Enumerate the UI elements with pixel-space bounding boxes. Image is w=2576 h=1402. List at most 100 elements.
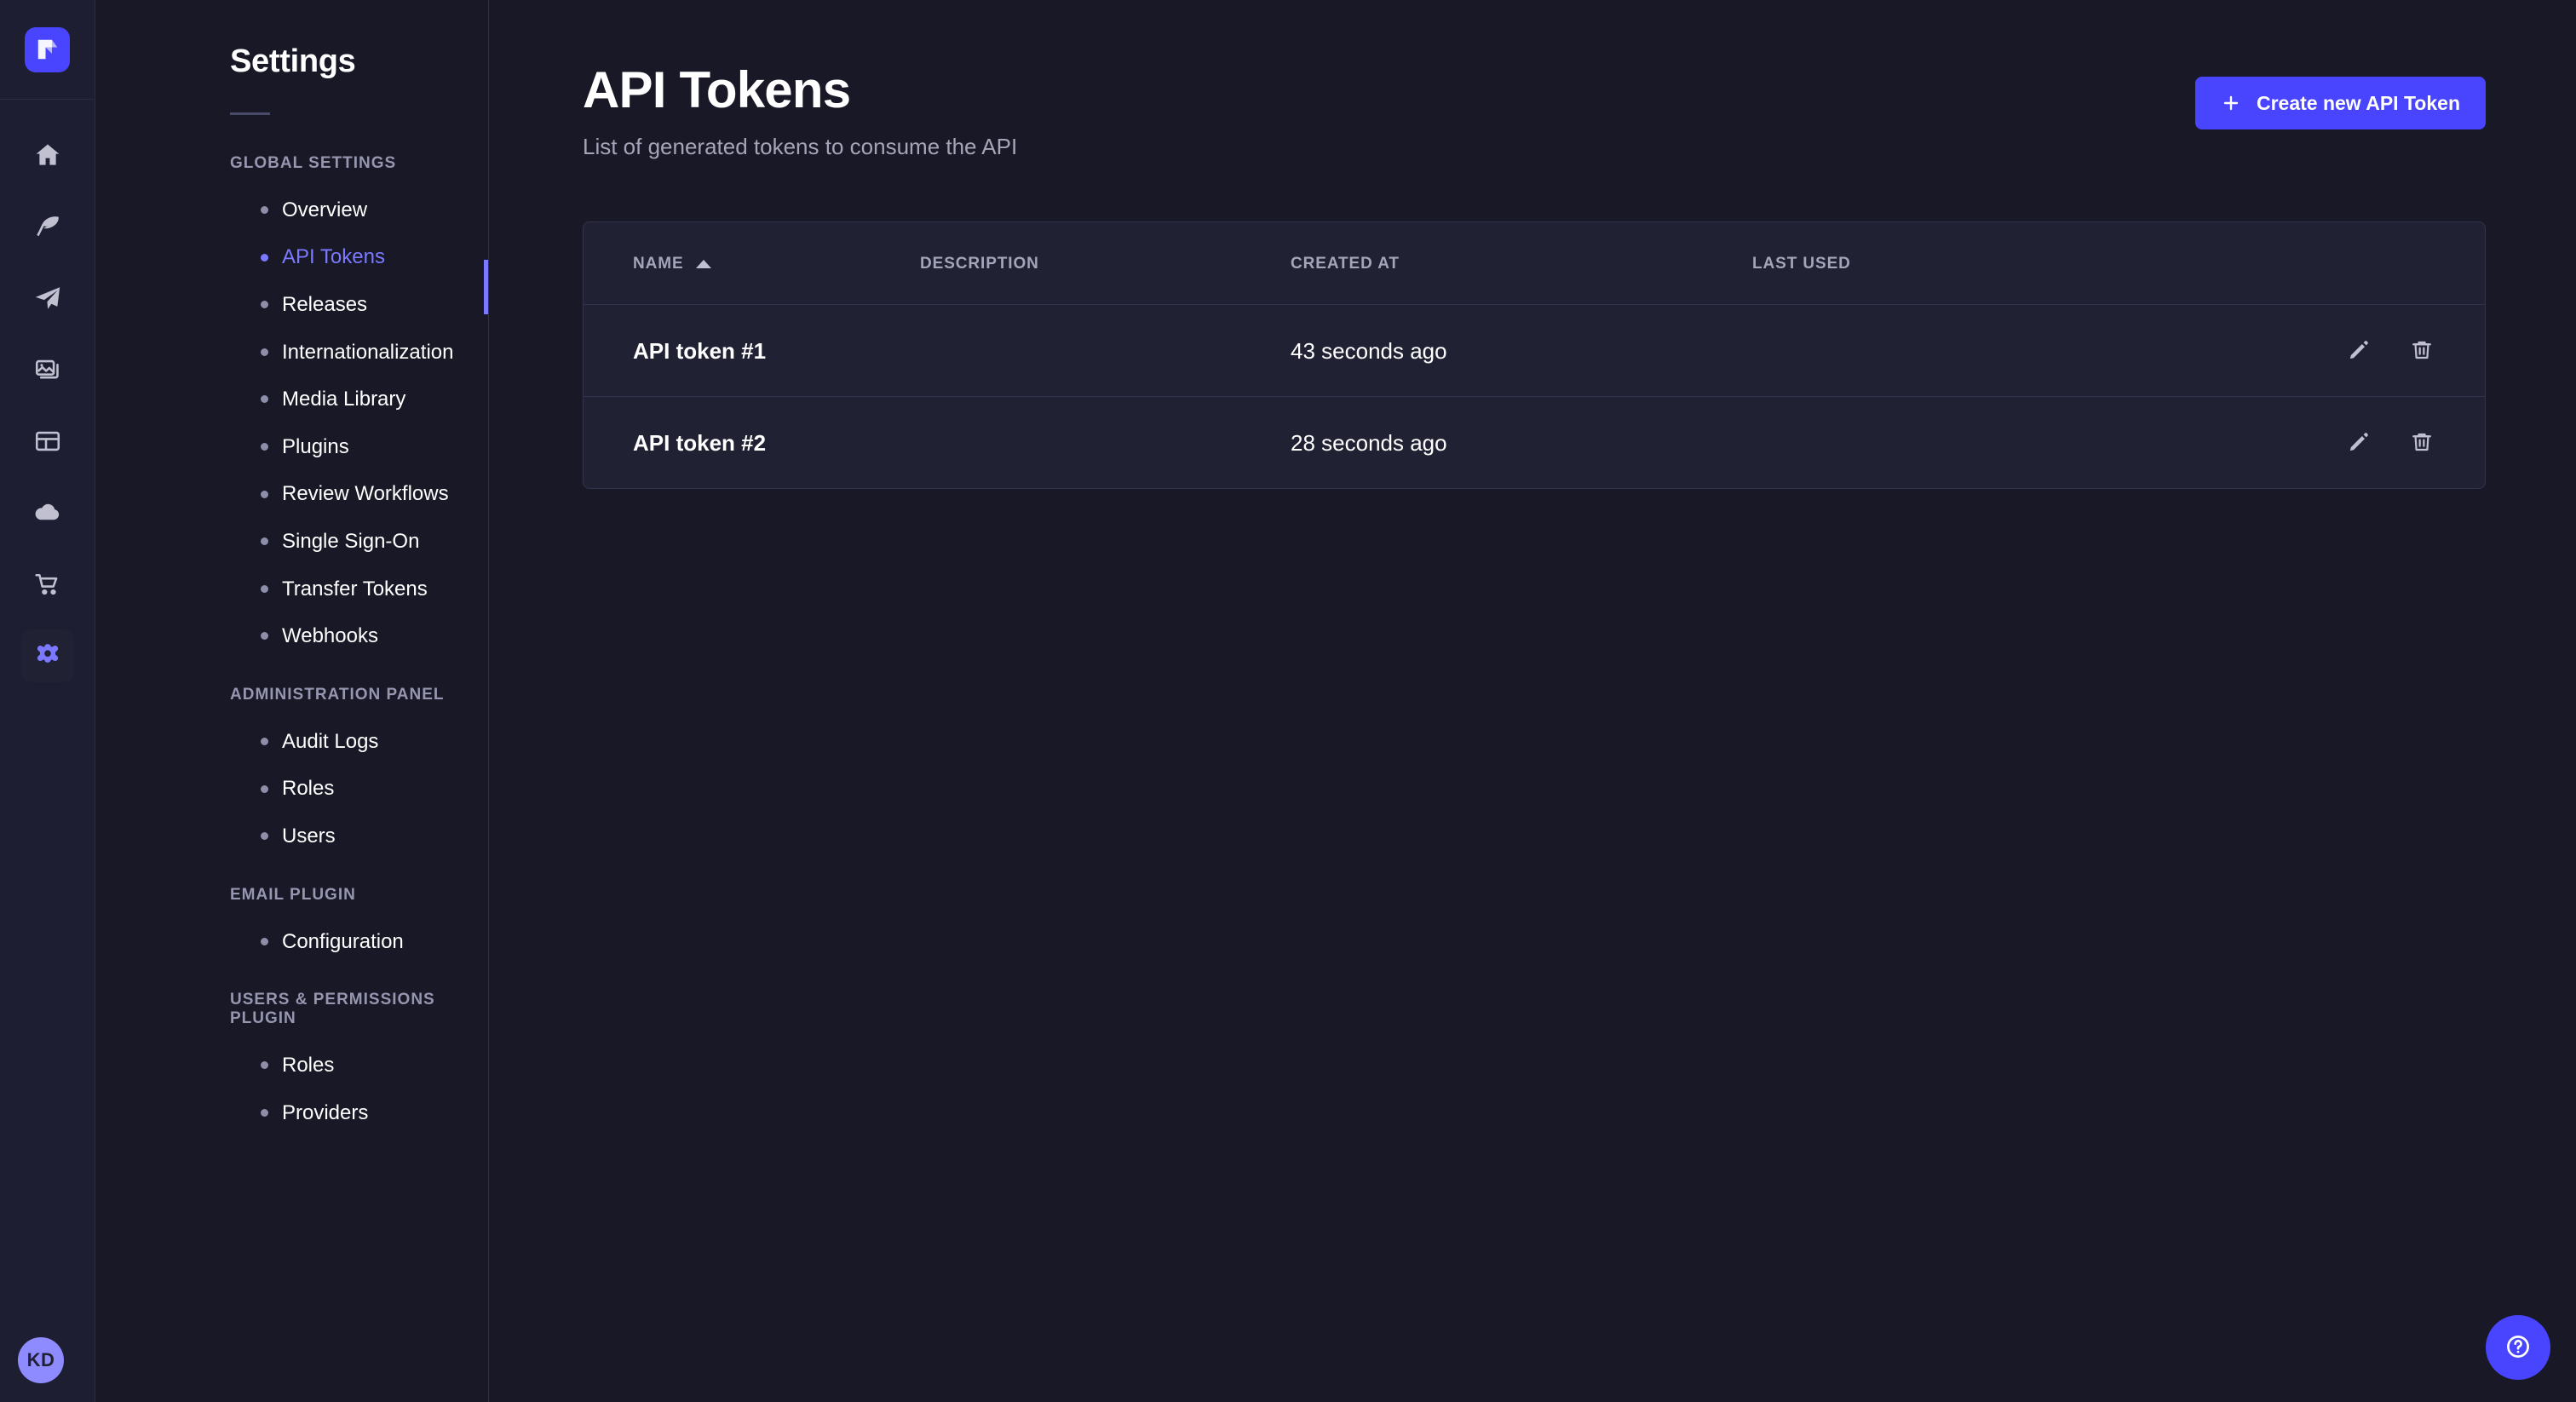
main-content: API Tokens List of generated tokens to c… (489, 0, 2576, 1402)
sidebar-item-label: Webhooks (282, 624, 378, 648)
edit-token-button[interactable] (2345, 429, 2372, 457)
app-logo-container (0, 0, 95, 100)
page-header: API Tokens List of generated tokens to c… (489, 0, 2576, 160)
sidebar-item-audit-logs[interactable]: Audit Logs (230, 718, 463, 766)
bullet-icon (261, 1109, 268, 1117)
sidebar-item-label: Releases (282, 293, 367, 317)
edit-token-button[interactable] (2345, 337, 2372, 365)
column-header-name[interactable]: NAME (584, 222, 920, 305)
cell-token-name: API token #1 (584, 305, 920, 397)
sidebar-item-label: Internationalization (282, 341, 453, 365)
page-header-text: API Tokens List of generated tokens to c… (583, 63, 1017, 160)
bullet-icon (261, 832, 268, 840)
settings-group-administration: ADMINISTRATION PANEL Audit Logs Roles Us… (230, 686, 463, 860)
table-header-row: NAME DESCRIPTION CREATED AT (584, 222, 2485, 305)
images-icon (33, 355, 62, 384)
avatar[interactable]: KD (18, 1337, 64, 1383)
table-head: NAME DESCRIPTION CREATED AT (584, 222, 2485, 305)
rail-item-content-manager[interactable] (21, 200, 74, 253)
sidebar-item-releases[interactable]: Releases (230, 281, 463, 329)
create-new-api-token-label: Create new API Token (2257, 92, 2460, 115)
sidebar-item-api-tokens[interactable]: API Tokens (230, 233, 463, 281)
sidebar-item-plugins[interactable]: Plugins (230, 423, 463, 471)
create-new-api-token-button[interactable]: Create new API Token (2195, 77, 2486, 129)
sidebar-item-label: Users (282, 825, 336, 848)
column-header-created-at[interactable]: CREATED AT (1291, 222, 1752, 305)
strapi-logo-icon[interactable] (25, 27, 70, 72)
rail-nav-list (21, 129, 74, 682)
delete-token-button[interactable] (2408, 429, 2435, 457)
delete-token-button[interactable] (2408, 337, 2435, 365)
cell-token-created-at: 43 seconds ago (1291, 305, 1752, 397)
sidebar-item-label: Review Workflows (282, 482, 449, 506)
sidebar-item-single-sign-on[interactable]: Single Sign-On (230, 518, 463, 566)
rail-item-content-type-builder[interactable] (21, 272, 74, 325)
table-row[interactable]: API token #2 28 seconds ago (584, 397, 2485, 489)
sidebar-item-label: Providers (282, 1101, 368, 1125)
sidebar-item-label: Roles (282, 1054, 334, 1077)
page-title: API Tokens (583, 63, 1017, 117)
sidebar-item-webhooks[interactable]: Webhooks (230, 612, 463, 660)
paper-plane-icon (33, 284, 62, 313)
rail-item-cloud[interactable] (21, 486, 74, 539)
sidebar-item-providers[interactable]: Providers (230, 1089, 463, 1137)
sidebar-item-review-workflows[interactable]: Review Workflows (230, 470, 463, 518)
rail-item-marketplace[interactable] (21, 558, 74, 611)
settings-group-email-plugin: EMAIL PLUGIN Configuration (230, 886, 463, 966)
sidebar-item-label: Single Sign-On (282, 530, 419, 554)
settings-sidebar-header: Settings (95, 0, 488, 115)
cell-token-description (920, 397, 1291, 489)
sidebar-active-indicator (484, 260, 488, 314)
sidebar-item-roles-users-permissions[interactable]: Roles (230, 1042, 463, 1089)
table-body: API token #1 43 seconds ago (584, 305, 2485, 489)
caret-up-icon (696, 260, 711, 268)
sidebar-item-label: Roles (282, 777, 334, 801)
column-header-last-used[interactable]: LAST USED (1752, 222, 2195, 305)
layout-icon (33, 427, 62, 456)
settings-group-label: USERS & PERMISSIONS PLUGIN (230, 991, 463, 1028)
sidebar-item-roles-admin[interactable]: Roles (230, 765, 463, 813)
settings-title: Settings (230, 44, 449, 80)
cloud-icon (33, 498, 62, 527)
question-circle-icon (2504, 1332, 2533, 1364)
sidebar-item-label: Plugins (282, 435, 349, 459)
sidebar-item-media-library[interactable]: Media Library (230, 376, 463, 423)
cell-token-last-used (1752, 397, 2195, 489)
rail-item-settings[interactable] (21, 629, 74, 682)
page-subtitle: List of generated tokens to consume the … (583, 134, 1017, 160)
help-button[interactable] (2486, 1315, 2550, 1380)
feather-icon (33, 212, 62, 241)
bullet-icon (261, 938, 268, 945)
settings-group-global: GLOBAL SETTINGS Overview API Tokens Rele… (230, 154, 463, 660)
table-row[interactable]: API token #1 43 seconds ago (584, 305, 2485, 397)
rail-item-single-types[interactable] (21, 415, 74, 468)
bullet-icon (261, 348, 268, 356)
pencil-icon (2347, 430, 2371, 457)
sidebar-item-configuration[interactable]: Configuration (230, 918, 463, 966)
settings-group-label: EMAIL PLUGIN (230, 886, 463, 905)
main-icon-rail: KD (0, 0, 95, 1402)
rail-item-media-library[interactable] (21, 343, 74, 396)
sidebar-item-users[interactable]: Users (230, 813, 463, 860)
rail-item-home[interactable] (21, 129, 74, 181)
sidebar-item-label: Media Library (282, 388, 405, 411)
cell-token-description (920, 305, 1291, 397)
sidebar-item-label: Overview (282, 198, 367, 222)
settings-group-links: Roles Providers (230, 1042, 463, 1136)
column-header-created-at-label: CREATED AT (1291, 255, 1400, 273)
cell-token-name: API token #2 (584, 397, 920, 489)
bullet-icon (261, 491, 268, 498)
sidebar-item-internationalization[interactable]: Internationalization (230, 329, 463, 376)
settings-group-links: Overview API Tokens Releases Internation… (230, 187, 463, 660)
settings-group-links: Audit Logs Roles Users (230, 718, 463, 860)
bullet-icon (261, 254, 268, 261)
bullet-icon (261, 632, 268, 640)
column-header-name-label: NAME (633, 255, 684, 273)
api-tokens-table-section: NAME DESCRIPTION CREATED AT (489, 160, 2576, 489)
sidebar-item-overview[interactable]: Overview (230, 187, 463, 234)
column-header-description[interactable]: DESCRIPTION (920, 222, 1291, 305)
cell-row-actions (2195, 397, 2485, 489)
bullet-icon (261, 1061, 268, 1069)
trash-icon (2410, 338, 2434, 365)
sidebar-item-transfer-tokens[interactable]: Transfer Tokens (230, 566, 463, 613)
